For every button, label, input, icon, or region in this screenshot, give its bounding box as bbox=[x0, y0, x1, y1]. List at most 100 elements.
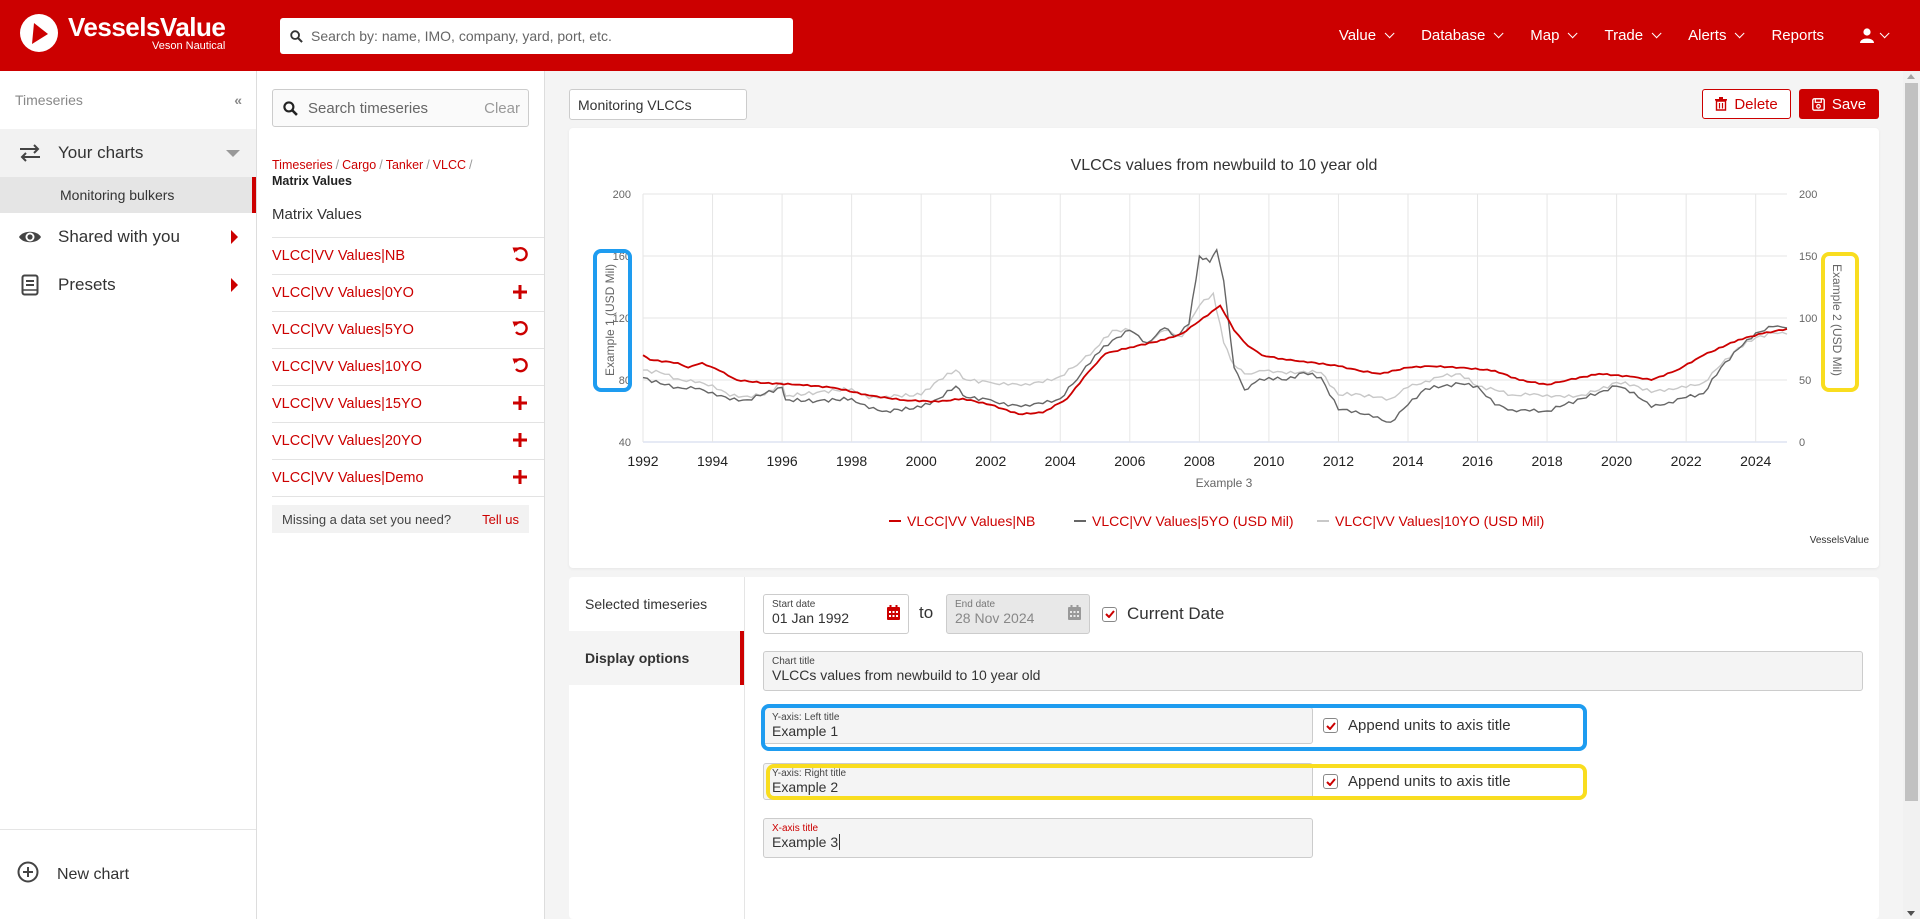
sidebar-title: Timeseries bbox=[15, 92, 83, 108]
y-axis-right-title: Example 2 (USD Mil) bbox=[1830, 264, 1844, 376]
chevron-down-icon bbox=[1651, 28, 1662, 39]
plus-circle-icon bbox=[17, 861, 39, 888]
timeseries-label: VLCC|VV Values|NB bbox=[272, 248, 405, 264]
append-units-right-checkbox[interactable]: Append units to axis title bbox=[1323, 773, 1511, 790]
x-tick-label: 2004 bbox=[1045, 453, 1076, 469]
brand-name: VesselsValue bbox=[68, 12, 226, 42]
timeseries-label: VLCC|VV Values|0YO bbox=[272, 285, 414, 301]
legend-item: VLCC|VV Values|NB bbox=[907, 513, 1035, 529]
end-date-label: End date bbox=[955, 599, 996, 610]
sidebar-item-your-charts[interactable]: Your charts bbox=[0, 129, 256, 177]
sidebar-item-label: Your charts bbox=[58, 143, 144, 162]
nav-label: Map bbox=[1530, 27, 1560, 44]
save-button[interactable]: Save bbox=[1799, 89, 1879, 119]
y-axis-left-title-field[interactable]: Y-axis: Left title Example 1 bbox=[763, 707, 1313, 744]
eye-icon bbox=[16, 229, 44, 245]
plus-icon[interactable] bbox=[511, 393, 529, 416]
timeseries-row[interactable]: VLCC|VV Values|Demo bbox=[272, 460, 544, 497]
breadcrumb-tanker[interactable]: Tanker bbox=[386, 158, 424, 172]
nav-trade[interactable]: Trade bbox=[1604, 27, 1662, 44]
missing-dataset-banner: Missing a data set you need? Tell us bbox=[272, 505, 529, 533]
timeseries-search-input[interactable] bbox=[308, 99, 468, 117]
plus-icon[interactable] bbox=[511, 430, 529, 453]
nav-reports[interactable]: Reports bbox=[1771, 27, 1824, 44]
sidebar-chart-monitoring-bulkers[interactable]: Monitoring bulkers bbox=[0, 177, 256, 213]
timeseries-row[interactable]: VLCC|VV Values|10YO bbox=[272, 349, 544, 386]
nav-label: Value bbox=[1338, 27, 1377, 44]
breadcrumb-vlcc[interactable]: VLCC bbox=[433, 158, 466, 172]
x-tick-label: 2000 bbox=[906, 453, 937, 469]
tab-selected-timeseries[interactable]: Selected timeseries bbox=[569, 577, 744, 631]
nav-alerts[interactable]: Alerts bbox=[1688, 27, 1746, 44]
clear-search-button[interactable]: Clear bbox=[484, 100, 520, 117]
x-tick-label: 2010 bbox=[1253, 453, 1284, 469]
tell-us-link[interactable]: Tell us bbox=[482, 512, 519, 527]
scroll-down-arrow-icon[interactable] bbox=[1907, 911, 1915, 916]
chevron-down-icon bbox=[1879, 28, 1890, 39]
user-menu[interactable] bbox=[1860, 28, 1890, 43]
y-left-tick-label: 80 bbox=[619, 375, 631, 387]
timeseries-row[interactable]: VLCC|VV Values|15YO bbox=[272, 386, 544, 423]
caret-down-icon bbox=[226, 149, 240, 157]
nav-database[interactable]: Database bbox=[1421, 27, 1504, 44]
calendar-icon bbox=[1068, 605, 1081, 620]
checkbox-checked-icon bbox=[1323, 718, 1338, 733]
undo-icon[interactable] bbox=[511, 245, 529, 268]
chevron-down-icon bbox=[1384, 28, 1395, 39]
scrollbar-thumb[interactable] bbox=[1905, 83, 1918, 801]
undo-icon[interactable] bbox=[511, 319, 529, 342]
start-date-field[interactable]: Start date 01 Jan 1992 bbox=[763, 594, 909, 634]
timeseries-row[interactable]: VLCC|VV Values|5YO bbox=[272, 312, 544, 349]
y-axis-left-title-value: Example 1 bbox=[772, 723, 839, 739]
page-scrollbar[interactable] bbox=[1903, 71, 1920, 919]
current-date-checkbox[interactable]: Current Date bbox=[1102, 604, 1224, 624]
plus-icon[interactable] bbox=[511, 282, 529, 305]
vesselsvalue-logo[interactable]: VesselsValue Veson Nautical bbox=[20, 12, 226, 52]
end-date-value: 28 Nov 2024 bbox=[955, 610, 1035, 626]
timeseries-search[interactable]: Clear bbox=[272, 89, 529, 127]
global-search-input[interactable] bbox=[311, 28, 781, 44]
plus-icon[interactable] bbox=[511, 467, 529, 490]
x-axis-title-value: Example 3 bbox=[772, 834, 1304, 851]
x-tick-label: 2018 bbox=[1531, 453, 1562, 469]
checkbox-checked-icon bbox=[1323, 774, 1338, 789]
nav-label: Alerts bbox=[1688, 27, 1727, 44]
x-tick-label: 1994 bbox=[697, 453, 728, 469]
nav-value[interactable]: Value bbox=[1338, 27, 1395, 44]
chart-name-input[interactable] bbox=[569, 89, 747, 120]
nav-map[interactable]: Map bbox=[1530, 27, 1579, 44]
options-card: Selected timeseries Display options Star… bbox=[569, 577, 1879, 919]
y-axis-right-title-field[interactable]: Y-axis: Right title Example 2 bbox=[763, 763, 1313, 800]
undo-icon[interactable] bbox=[511, 356, 529, 379]
floppy-disk-icon bbox=[1811, 97, 1825, 111]
timeseries-row[interactable]: VLCC|VV Values|NB bbox=[272, 238, 544, 275]
caret-right-icon bbox=[231, 278, 238, 292]
calendar-icon[interactable] bbox=[887, 605, 900, 620]
breadcrumb-cargo[interactable]: Cargo bbox=[342, 158, 376, 172]
scroll-up-arrow-icon[interactable] bbox=[1907, 74, 1915, 79]
x-axis-title-field[interactable]: X-axis title Example 3 bbox=[763, 818, 1313, 858]
timeseries-panel: Clear Timeseries/Cargo/Tanker/VLCC/ Matr… bbox=[257, 71, 545, 919]
delete-button[interactable]: Delete bbox=[1702, 89, 1791, 119]
text-cursor bbox=[839, 834, 841, 850]
x-axis-title-text: Example 3 bbox=[772, 834, 839, 850]
series-line bbox=[642, 247, 1788, 423]
sidebar-item-label: Presets bbox=[58, 275, 116, 294]
chart-title-field[interactable]: Chart title VLCCs values from newbuild t… bbox=[763, 651, 1863, 691]
sidebar-item-shared-with-you[interactable]: Shared with you bbox=[0, 213, 256, 261]
missing-dataset-text: Missing a data set you need? bbox=[282, 511, 452, 527]
append-units-left-checkbox[interactable]: Append units to axis title bbox=[1323, 717, 1511, 734]
x-tick-label: 1996 bbox=[767, 453, 798, 469]
double-chevron-left-icon[interactable]: « bbox=[234, 93, 242, 107]
chart-title: VLCCs values from newbuild to 10 year ol… bbox=[1071, 157, 1378, 174]
sidebar-item-presets[interactable]: Presets bbox=[0, 261, 256, 309]
timeseries-row[interactable]: VLCC|VV Values|0YO bbox=[272, 275, 544, 312]
timeseries-row[interactable]: VLCC|VV Values|20YO bbox=[272, 423, 544, 460]
new-chart-button[interactable]: New chart bbox=[0, 829, 256, 919]
x-tick-label: 2014 bbox=[1392, 453, 1423, 469]
y-right-tick-label: 100 bbox=[1799, 313, 1817, 325]
breadcrumb-timeseries[interactable]: Timeseries bbox=[272, 158, 333, 172]
global-search[interactable] bbox=[280, 18, 793, 54]
tab-display-options[interactable]: Display options bbox=[569, 631, 744, 685]
series-line bbox=[642, 304, 1788, 416]
